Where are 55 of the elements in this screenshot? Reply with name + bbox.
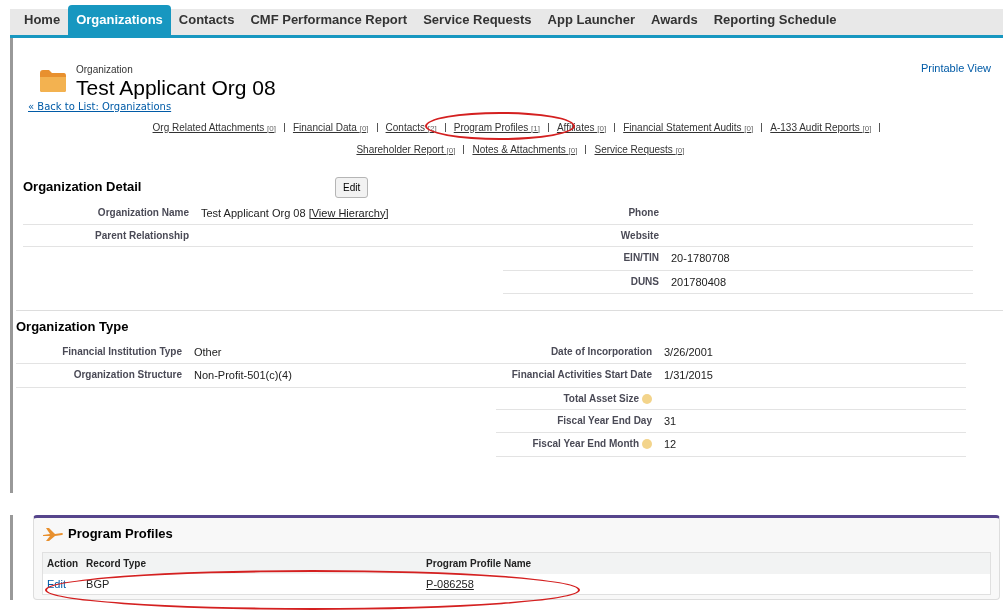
- nav-tab[interactable]: CMF Performance Report: [242, 4, 416, 35]
- table-cell: BGP: [82, 573, 423, 595]
- field-value: 12: [664, 437, 678, 452]
- field-value: 201780408: [671, 274, 728, 290]
- related-list-link[interactable]: Org Related Attachments [0]: [152, 121, 276, 133]
- field-label: Website: [620, 230, 659, 241]
- help-icon[interactable]: [642, 439, 652, 450]
- nav-tab[interactable]: Service Requests: [415, 4, 540, 35]
- column-header: Program Profile Name: [422, 552, 991, 574]
- edit-button[interactable]: Edit: [335, 176, 369, 198]
- section-title: Organization Detail: [23, 178, 143, 197]
- field-value: 20-1780708: [671, 251, 731, 266]
- field-label: Total Asset Size: [563, 392, 639, 404]
- folder-icon: [38, 67, 68, 93]
- related-list-link[interactable]: Service Requests [0]: [594, 143, 685, 155]
- related-list-link[interactable]: Notes & Attachments [0]: [472, 143, 578, 155]
- nav-tab[interactable]: App Launcher: [539, 4, 643, 35]
- related-list-link[interactable]: Program Profiles [1]: [453, 121, 540, 133]
- column-header: Record Type: [82, 552, 423, 574]
- column-header: Action: [42, 552, 83, 574]
- help-icon[interactable]: [642, 393, 652, 404]
- field-label: EIN/TIN: [623, 252, 659, 263]
- object-type-label: Organization: [76, 63, 134, 77]
- section-title: Organization Type: [16, 310, 1003, 337]
- record-title: Test Applicant Org 08: [76, 77, 276, 98]
- field-label: Financial Activities Start Date: [511, 369, 652, 380]
- field-value: Non-Profit-501(c)(4): [194, 369, 292, 381]
- field-label: Phone: [628, 206, 659, 218]
- nav-tab[interactable]: Awards: [643, 4, 706, 35]
- related-list-link[interactable]: A-133 Audit Reports [0]: [770, 121, 872, 133]
- related-list-link[interactable]: Shareholder Report [0]: [356, 143, 456, 155]
- field-label: Date of Incorporation: [550, 345, 652, 357]
- field-label: Fiscal Year End Month: [532, 438, 639, 449]
- record-link[interactable]: P-086258: [426, 577, 474, 590]
- field-label: DUNS: [630, 275, 659, 287]
- related-list-link[interactable]: Financial Data [0]: [292, 121, 369, 133]
- nav-tab[interactable]: Contacts: [170, 4, 243, 35]
- nav-tab[interactable]: Home: [16, 4, 69, 35]
- field-value: 3/26/2001: [664, 344, 714, 360]
- back-link[interactable]: « Back to List: Organizations: [28, 99, 172, 114]
- field-value: 1/31/2015: [664, 368, 714, 383]
- field-label: Organization Structure: [72, 368, 183, 382]
- field-label: Organization Name: [96, 205, 190, 220]
- nav-tab[interactable]: Reporting Schedule: [705, 4, 845, 35]
- field-value: 31: [664, 413, 678, 429]
- field-label: Fiscal Year End Day: [557, 414, 652, 426]
- field-label: Financial Institution Type: [61, 344, 183, 359]
- airplane-icon: [42, 526, 64, 541]
- field-value: Other: [194, 345, 222, 358]
- view-hierarchy-link[interactable]: [View Hierarchy]: [308, 206, 389, 219]
- section-title: Program Profiles: [68, 525, 173, 543]
- printable-view-link[interactable]: Printable View: [920, 60, 991, 77]
- field-label: Parent Relationship: [94, 229, 190, 243]
- related-list-link[interactable]: Financial Statement Audits [0]: [623, 121, 754, 133]
- field-value: Test Applicant Org 08: [201, 206, 307, 219]
